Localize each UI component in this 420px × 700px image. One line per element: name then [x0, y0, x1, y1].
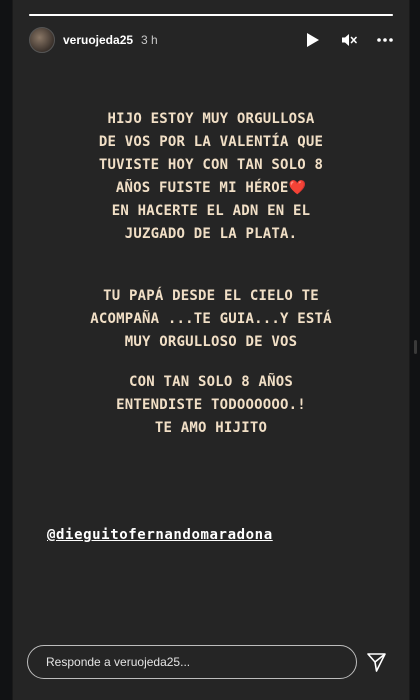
message-paragraph-3: CON TAN SOLO 8 AÑOS ENTENDISTE TODOOOOOO…	[29, 371, 393, 440]
message-line: DE VOS POR LA VALENTÍA QUE	[98, 134, 324, 150]
message-text: AÑOS FUISTE MI HÉROE	[115, 180, 289, 196]
more-icon[interactable]	[377, 32, 393, 48]
reply-input[interactable]	[44, 654, 356, 670]
send-icon[interactable]	[365, 651, 387, 673]
username[interactable]: veruojeda25	[63, 33, 133, 47]
message-line-with-heart: AÑOS FUISTE MI HÉROE❤️	[29, 177, 393, 200]
message-line: MUY ORGULLOSO DE VOS	[124, 334, 298, 350]
message-line: TE AMO HIJITO	[154, 420, 268, 436]
story-header: veruojeda25 3 h	[29, 27, 393, 53]
mention-link[interactable]: @dieguitofernandomaradona	[47, 527, 273, 543]
message-line: JUZGADO DE LA PLATA.	[124, 226, 298, 242]
message-line: ENTENDISTE TODOOOOOO.!	[116, 397, 306, 413]
message-line: TU PAPÁ DESDE EL CIELO TE	[103, 288, 319, 304]
story-progress-bar	[29, 14, 393, 16]
message-line: ACOMPAÑA ...TE GUIA...Y ESTÁ	[90, 311, 332, 327]
message-line: CON TAN SOLO 8 AÑOS	[129, 374, 293, 390]
play-icon[interactable]	[305, 32, 321, 48]
avatar[interactable]	[29, 27, 55, 53]
heart-icon: ❤️	[288, 180, 307, 196]
page-scrollbar[interactable]	[414, 340, 417, 354]
message-line: TUVISTE HOY CON TAN SOLO 8	[98, 157, 324, 173]
header-controls	[305, 32, 393, 48]
mute-icon[interactable]	[341, 32, 357, 48]
story-viewer: veruojeda25 3 h HIJO ESTOY MUY ORGULLOSA…	[12, 0, 410, 700]
reply-bar[interactable]	[27, 645, 357, 679]
message-line: HIJO ESTOY MUY ORGULLOSA	[107, 111, 315, 127]
message-line: EN HACERTE EL ADN EN EL	[111, 203, 311, 219]
message-paragraph-2: TU PAPÁ DESDE EL CIELO TE ACOMPAÑA ...TE…	[29, 285, 393, 354]
message-paragraph-1: HIJO ESTOY MUY ORGULLOSA DE VOS POR LA V…	[29, 108, 393, 246]
story-progress-fill	[29, 14, 393, 16]
post-time: 3 h	[141, 33, 158, 47]
